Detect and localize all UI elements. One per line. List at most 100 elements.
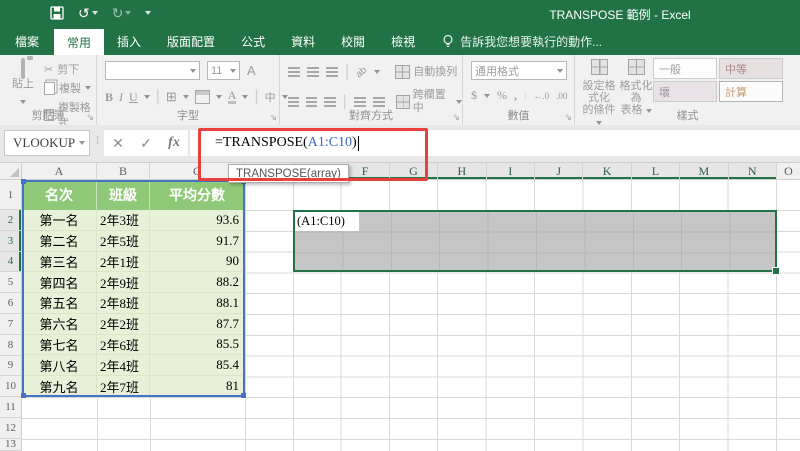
number-format-combo[interactable]: 通用格式 bbox=[471, 61, 567, 80]
col-header-l[interactable]: L bbox=[632, 163, 680, 180]
name-box[interactable]: VLOOKUP bbox=[4, 130, 90, 156]
wrap-text-button[interactable]: 自動換列 bbox=[395, 65, 457, 79]
col-header-h[interactable]: H bbox=[438, 163, 486, 180]
cell-b3[interactable]: 2年5班 bbox=[97, 231, 150, 252]
tab-page-layout[interactable]: 版面配置 bbox=[154, 27, 228, 55]
row-header-1[interactable]: 1 bbox=[0, 180, 22, 210]
fill-color-caret-icon[interactable] bbox=[216, 95, 222, 99]
header-cell-average[interactable]: 平均分數 bbox=[150, 180, 245, 210]
row-header-4[interactable]: 4 bbox=[0, 252, 22, 273]
select-all-corner[interactable] bbox=[0, 163, 22, 180]
borders-button[interactable]: ⊞ bbox=[166, 89, 177, 105]
cell-b2[interactable]: 2年3班 bbox=[97, 210, 150, 231]
tab-formulas[interactable]: 公式 bbox=[228, 27, 278, 55]
cell-b8[interactable]: 2年6班 bbox=[97, 335, 150, 356]
undo-caret-icon[interactable] bbox=[92, 11, 98, 15]
cell-b4[interactable]: 2年1班 bbox=[97, 252, 150, 273]
tab-data[interactable]: 資料 bbox=[278, 27, 328, 55]
table-row[interactable]: 第五名2年8班88.1 bbox=[22, 293, 245, 314]
percent-button[interactable]: % bbox=[497, 88, 507, 103]
cell-c5[interactable]: 88.2 bbox=[150, 272, 245, 293]
row-header-7[interactable]: 7 bbox=[0, 314, 22, 335]
col-header-a[interactable]: A bbox=[22, 163, 97, 180]
cell-a5[interactable]: 第四名 bbox=[22, 272, 97, 293]
cell-a4[interactable]: 第三名 bbox=[22, 252, 97, 273]
cut-button[interactable]: ✂剪下 bbox=[44, 61, 96, 77]
table-row[interactable]: 第八名2年4班85.4 bbox=[22, 355, 245, 376]
header-cell-rank[interactable]: 名次 bbox=[22, 180, 97, 210]
clipboard-dialog-launcher-icon[interactable]: ⇘ bbox=[86, 112, 94, 123]
align-left-icon[interactable] bbox=[288, 97, 299, 108]
fill-color-button[interactable] bbox=[195, 90, 210, 104]
table-row[interactable]: 第七名2年6班85.5 bbox=[22, 335, 245, 356]
alignment-dialog-launcher-icon[interactable]: ⇘ bbox=[452, 112, 460, 123]
font-size-combo[interactable]: 11 bbox=[207, 61, 240, 80]
cell-c9[interactable]: 85.4 bbox=[150, 355, 245, 376]
col-header-o[interactable]: O bbox=[777, 163, 800, 180]
cell-a9[interactable]: 第八名 bbox=[22, 355, 97, 376]
cell-b6[interactable]: 2年8班 bbox=[97, 293, 150, 314]
number-dialog-launcher-icon[interactable]: ⇘ bbox=[564, 112, 572, 123]
align-middle-icon[interactable] bbox=[307, 67, 319, 78]
cell-a6[interactable]: 第五名 bbox=[22, 293, 97, 314]
tell-me-box[interactable]: 告訴我您想要執行的動作... bbox=[428, 27, 602, 55]
cancel-button[interactable]: ✕ bbox=[112, 135, 124, 152]
cell-a7[interactable]: 第六名 bbox=[22, 314, 97, 335]
cell-c4[interactable]: 90 bbox=[150, 252, 245, 273]
redo-button[interactable]: ↻ bbox=[112, 3, 132, 23]
row-header-12[interactable]: 12 bbox=[0, 418, 22, 439]
cell-a8[interactable]: 第七名 bbox=[22, 335, 97, 356]
tab-home[interactable]: 常用 bbox=[54, 29, 104, 55]
row-header-10[interactable]: 10 bbox=[0, 376, 22, 397]
cell-c2[interactable]: 93.6 bbox=[150, 210, 245, 231]
row-header-2[interactable]: 2 bbox=[0, 210, 22, 231]
cell-c6[interactable]: 88.1 bbox=[150, 293, 245, 314]
col-header-n[interactable]: N bbox=[729, 163, 777, 180]
row-header-11[interactable]: 11 bbox=[0, 397, 22, 418]
insert-function-button[interactable]: fx bbox=[168, 135, 180, 151]
font-dialog-launcher-icon[interactable]: ⇘ bbox=[269, 112, 277, 123]
undo-button[interactable]: ↺ bbox=[78, 3, 98, 23]
data-table[interactable]: 名次 班級 平均分數 第一名2年3班93.6 第二名2年5班91.7 第三名2年… bbox=[22, 180, 245, 397]
table-row[interactable]: 第三名2年1班90 bbox=[22, 252, 245, 273]
col-header-i[interactable]: I bbox=[487, 163, 535, 180]
cell-a2[interactable]: 第一名 bbox=[22, 210, 97, 231]
cell-b5[interactable]: 2年9班 bbox=[97, 272, 150, 293]
increase-decimal-button[interactable]: ←.0 bbox=[533, 91, 549, 101]
active-cell[interactable]: (A1:C10) bbox=[295, 212, 359, 231]
cell-b9[interactable]: 2年4班 bbox=[97, 355, 150, 376]
italic-button[interactable]: I bbox=[119, 90, 123, 105]
customize-qat-button[interactable] bbox=[145, 11, 151, 15]
row-header-5[interactable]: 5 bbox=[0, 272, 22, 293]
font-color-caret-icon[interactable] bbox=[242, 95, 248, 99]
orientation-button[interactable]: ab bbox=[354, 64, 370, 80]
table-row[interactable]: 第二名2年5班91.7 bbox=[22, 231, 245, 252]
decrease-indent-icon[interactable] bbox=[354, 97, 366, 108]
style-calculation[interactable]: 計算 bbox=[719, 81, 783, 102]
selection-range[interactable]: (A1:C10) bbox=[293, 210, 777, 272]
col-header-g[interactable]: G bbox=[390, 163, 438, 180]
save-icon[interactable] bbox=[50, 6, 64, 20]
orientation-caret-icon[interactable] bbox=[374, 70, 380, 74]
align-top-icon[interactable] bbox=[288, 67, 300, 78]
increase-indent-icon[interactable] bbox=[373, 97, 385, 108]
cell-b10[interactable]: 2年7班 bbox=[97, 376, 150, 397]
worksheet-grid[interactable]: A B C D E F G H I J K L M N O 1 2 3 4 5 … bbox=[0, 163, 800, 451]
bold-button[interactable]: B bbox=[105, 90, 113, 105]
tab-review[interactable]: 校閱 bbox=[328, 27, 378, 55]
table-row[interactable]: 第四名2年9班88.2 bbox=[22, 272, 245, 293]
style-bad[interactable]: 壞 bbox=[653, 81, 717, 102]
row-header-8[interactable]: 8 bbox=[0, 335, 22, 356]
cell-c8[interactable]: 85.5 bbox=[150, 335, 245, 356]
style-normal[interactable]: 一般 bbox=[653, 58, 717, 79]
borders-caret-icon[interactable] bbox=[183, 95, 189, 99]
name-box-caret-icon[interactable] bbox=[79, 141, 85, 145]
copy-button[interactable]: 複製 bbox=[44, 80, 96, 96]
align-center-icon[interactable] bbox=[306, 97, 317, 108]
comma-button[interactable]: , bbox=[514, 88, 517, 103]
table-row[interactable]: 第一名2年3班93.6 bbox=[22, 210, 245, 231]
row-header-9[interactable]: 9 bbox=[0, 356, 22, 377]
col-header-b[interactable]: B bbox=[97, 163, 150, 180]
currency-caret-icon[interactable] bbox=[484, 94, 490, 98]
cell-c7[interactable]: 87.7 bbox=[150, 314, 245, 335]
